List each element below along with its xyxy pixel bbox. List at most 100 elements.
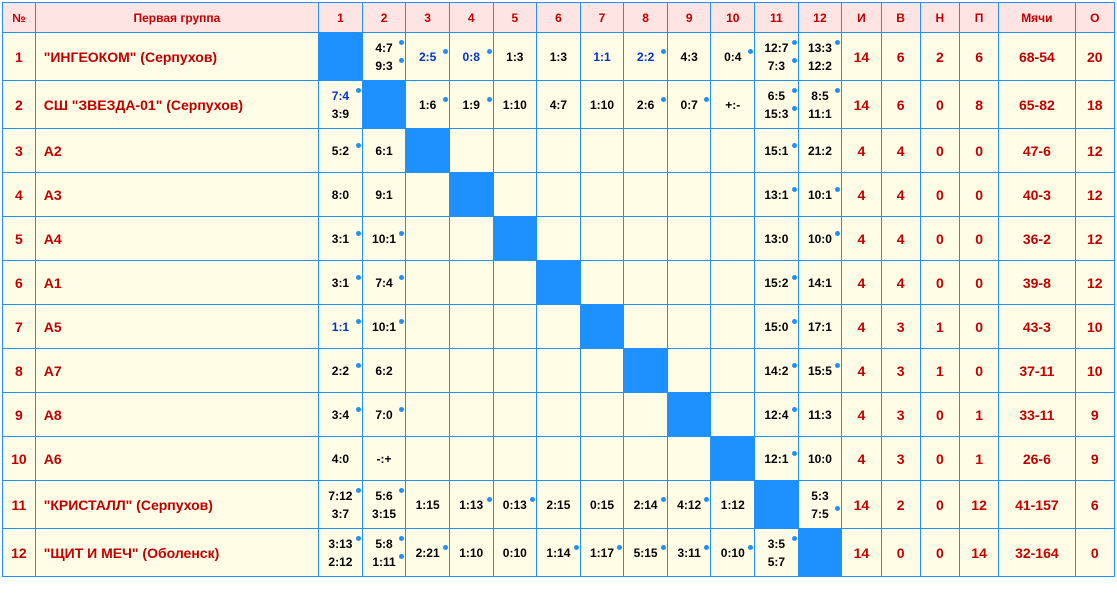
table-row: 11"КРИСТАЛЛ" (Серпухов)7:123:75:63:151:1…: [3, 481, 1115, 529]
score-cell: [449, 261, 493, 305]
score-cell: 13:1: [755, 173, 799, 217]
team-name[interactable]: "ЩИТ И МЕЧ" (Оболенск): [35, 529, 318, 577]
score-value: 3:1: [319, 274, 362, 292]
stat-cell: 32-164: [999, 529, 1075, 577]
team-name[interactable]: "ИНГЕОКОМ" (Серпухов): [35, 33, 318, 81]
stat-cell: 0: [920, 173, 959, 217]
team-name[interactable]: "КРИСТАЛЛ" (Серпухов): [35, 481, 318, 529]
stat-cell: 12: [1075, 173, 1114, 217]
stat-cell: 41-157: [999, 481, 1075, 529]
team-name[interactable]: А2: [35, 129, 318, 173]
score-value[interactable]: 1:1: [581, 48, 624, 66]
score-cell: [580, 349, 624, 393]
diagonal-cell: [493, 217, 537, 261]
table-row: 3А25:26:115:121:2440047-612: [3, 129, 1115, 173]
table-row: 1"ИНГЕОКОМ" (Серпухов)4:79:32:50:81:31:3…: [3, 33, 1115, 81]
col-draws: Н: [920, 3, 959, 33]
score-cell: [711, 217, 755, 261]
score-cell: 1:13: [449, 481, 493, 529]
score-cell: [493, 393, 537, 437]
stat-cell: 6: [959, 33, 998, 81]
score-cell: 15:1: [755, 129, 799, 173]
stat-cell: 4: [842, 305, 881, 349]
stat-cell: 12: [959, 481, 998, 529]
stat-cell: 14: [842, 33, 881, 81]
score-value: 8:0: [319, 186, 362, 204]
team-name[interactable]: А6: [35, 437, 318, 481]
stat-cell: 14: [842, 81, 881, 129]
diagonal-cell: [537, 261, 581, 305]
score-cell: [493, 349, 537, 393]
stat-cell: 4: [881, 261, 920, 305]
team-name[interactable]: А3: [35, 173, 318, 217]
score-value: 1:9: [450, 96, 493, 114]
diagonal-cell: [755, 481, 799, 529]
score-cell: [711, 349, 755, 393]
score-cell: [449, 129, 493, 173]
score-cell: [624, 129, 668, 173]
score-cell: 4:0: [319, 437, 363, 481]
score-value: 10:1: [363, 318, 406, 336]
score-value[interactable]: 1:1: [319, 318, 362, 336]
score-cell: [493, 305, 537, 349]
score-cell: 2:2: [624, 33, 668, 81]
score-value[interactable]: 0:8: [450, 48, 493, 66]
col-11: 11: [755, 3, 799, 33]
stat-cell: 10: [1075, 349, 1114, 393]
score-cell: 1:17: [580, 529, 624, 577]
stat-cell: 9: [1075, 393, 1114, 437]
score-value: 3:15: [363, 505, 406, 523]
score-cell: [537, 173, 581, 217]
score-cell: 7:4: [362, 261, 406, 305]
score-cell: 1:9: [449, 81, 493, 129]
score-value: 1:6: [406, 96, 449, 114]
score-cell: 2:14: [624, 481, 668, 529]
score-value: 11:3: [799, 406, 842, 424]
team-name[interactable]: А7: [35, 349, 318, 393]
stat-cell: 10: [1075, 305, 1114, 349]
team-name[interactable]: А1: [35, 261, 318, 305]
score-cell: 4:79:3: [362, 33, 406, 81]
stat-cell: 6: [1075, 481, 1114, 529]
stat-cell: 2: [920, 33, 959, 81]
team-name[interactable]: А5: [35, 305, 318, 349]
score-cell: 8:511:1: [798, 81, 842, 129]
team-name[interactable]: А8: [35, 393, 318, 437]
stat-cell: 0: [920, 529, 959, 577]
stat-cell: 37-11: [999, 349, 1075, 393]
score-value[interactable]: 2:2: [624, 48, 667, 66]
score-cell: [580, 393, 624, 437]
score-value: 3:1: [319, 230, 362, 248]
score-cell: 4:12: [667, 481, 711, 529]
stat-cell: 33-11: [999, 393, 1075, 437]
score-value[interactable]: 2:5: [406, 48, 449, 66]
stat-cell: 4: [842, 129, 881, 173]
score-value: 0:7: [668, 96, 711, 114]
score-cell: [537, 349, 581, 393]
score-value: 21:2: [799, 142, 842, 160]
score-value: 3:13: [319, 535, 362, 553]
score-cell: [624, 173, 668, 217]
score-cell: +:-: [711, 81, 755, 129]
score-cell: [406, 349, 450, 393]
score-value[interactable]: 7:4: [319, 87, 362, 105]
row-number: 12: [3, 529, 36, 577]
score-cell: 0:7: [667, 81, 711, 129]
score-value: 12:1: [755, 450, 798, 468]
score-cell: 3:55:7: [755, 529, 799, 577]
score-value: 10:1: [363, 230, 406, 248]
score-cell: 10:1: [798, 173, 842, 217]
stat-cell: 0: [920, 129, 959, 173]
diagonal-cell: [667, 393, 711, 437]
score-value: 2:21: [406, 544, 449, 562]
stat-cell: 4: [842, 437, 881, 481]
score-cell: [537, 305, 581, 349]
score-cell: 15:2: [755, 261, 799, 305]
diagonal-cell: [362, 81, 406, 129]
team-name[interactable]: СШ "ЗВЕЗДА-01" (Серпухов): [35, 81, 318, 129]
team-name[interactable]: А4: [35, 217, 318, 261]
score-cell: 1:1: [319, 305, 363, 349]
table-row: 9А83:47:012:411:3430133-119: [3, 393, 1115, 437]
col-5: 5: [493, 3, 537, 33]
stat-cell: 0: [959, 349, 998, 393]
